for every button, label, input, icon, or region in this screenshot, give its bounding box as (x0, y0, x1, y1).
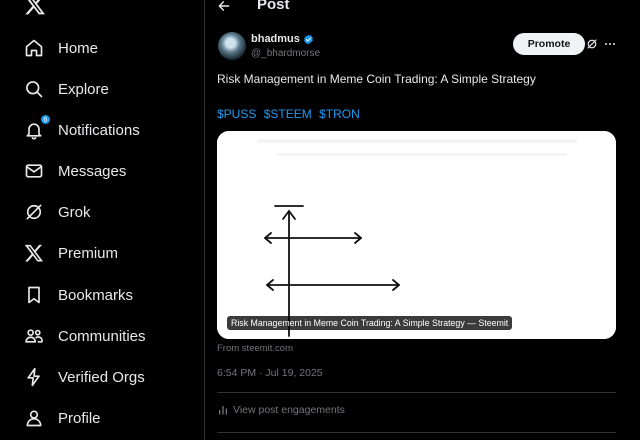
card-source[interactable]: From steemit.com (217, 343, 293, 354)
author-name-text: bhadmus (251, 33, 300, 45)
view-engagements-link[interactable]: View post engagements (217, 404, 345, 416)
sidebar-item-home[interactable]: Home (24, 33, 98, 63)
notification-badge: 6 (40, 114, 51, 125)
x-logo-icon[interactable] (24, 0, 46, 16)
post-header: Post (206, 0, 640, 20)
sidebar-item-label: Verified Orgs (58, 368, 145, 386)
home-icon (24, 38, 44, 58)
cashtag-link[interactable]: $TRON (319, 107, 360, 121)
sidebar-item-label: Messages (58, 162, 127, 180)
promote-button[interactable]: Promote (513, 33, 585, 55)
lightning-icon (24, 367, 44, 387)
author-handle[interactable]: @_bhardmorse (251, 48, 320, 59)
person-icon (24, 408, 44, 428)
people-icon (24, 326, 44, 346)
sidebar-item-label: Premium (58, 244, 119, 262)
bell-icon: 6 (24, 114, 51, 140)
sidebar-item-label: Grok (58, 203, 91, 221)
back-arrow-icon[interactable] (217, 0, 231, 13)
envelope-icon (24, 161, 44, 181)
bar-chart-icon (219, 406, 227, 415)
grok-icon[interactable] (586, 38, 598, 50)
sidebar-item-notifications[interactable]: 6 Notifications (24, 114, 140, 145)
sidebar: Home Explore 6 Notifications Messages Gr… (0, 0, 205, 440)
sidebar-item-profile[interactable]: Profile (24, 403, 101, 433)
sidebar-item-bookmarks[interactable]: Bookmarks (24, 280, 133, 310)
sidebar-item-label: Bookmarks (58, 286, 134, 304)
engagements-label: View post engagements (233, 404, 345, 416)
cashtags: $PUSS $STEEM $TRON (217, 107, 360, 121)
sidebar-item-explore[interactable]: Explore (24, 74, 109, 104)
cashtag-link[interactable]: $STEEM (264, 107, 312, 121)
sidebar-item-label: Communities (58, 327, 146, 345)
sidebar-item-label: Home (58, 39, 99, 57)
post-text: Risk Management in Meme Coin Trading: A … (217, 72, 536, 86)
divider (217, 392, 616, 393)
post-timestamp[interactable]: 6:54 PM · Jul 19, 2025 (217, 367, 323, 379)
sidebar-item-verified-orgs[interactable]: Verified Orgs (24, 362, 145, 392)
more-options-icon[interactable] (604, 38, 616, 50)
x-logo-icon (24, 243, 44, 263)
sidebar-item-label: Profile (58, 409, 101, 427)
author-name[interactable]: bhadmus (251, 33, 314, 45)
card-caption: Risk Management in Meme Coin Trading: A … (227, 316, 513, 330)
card-image (217, 131, 616, 339)
divider (217, 432, 616, 433)
bookmark-icon (24, 285, 44, 305)
avatar[interactable] (218, 32, 246, 60)
sidebar-item-label: Explore (58, 80, 109, 98)
grok-icon (24, 202, 44, 222)
search-icon (24, 79, 44, 99)
link-card[interactable]: Risk Management in Meme Coin Trading: A … (217, 131, 616, 339)
cashtag-link[interactable]: $PUSS (217, 107, 256, 121)
sidebar-item-label: Notifications (58, 121, 140, 139)
sidebar-item-premium[interactable]: Premium (24, 238, 118, 268)
page-title: Post (257, 0, 290, 13)
sidebar-item-messages[interactable]: Messages (24, 156, 126, 186)
verified-badge-icon (304, 34, 313, 44)
post-detail: Post bhadmus @_bhardmorse Promote Risk M… (206, 0, 640, 440)
sidebar-item-grok[interactable]: Grok (24, 197, 91, 227)
sidebar-item-communities[interactable]: Communities (24, 321, 146, 351)
